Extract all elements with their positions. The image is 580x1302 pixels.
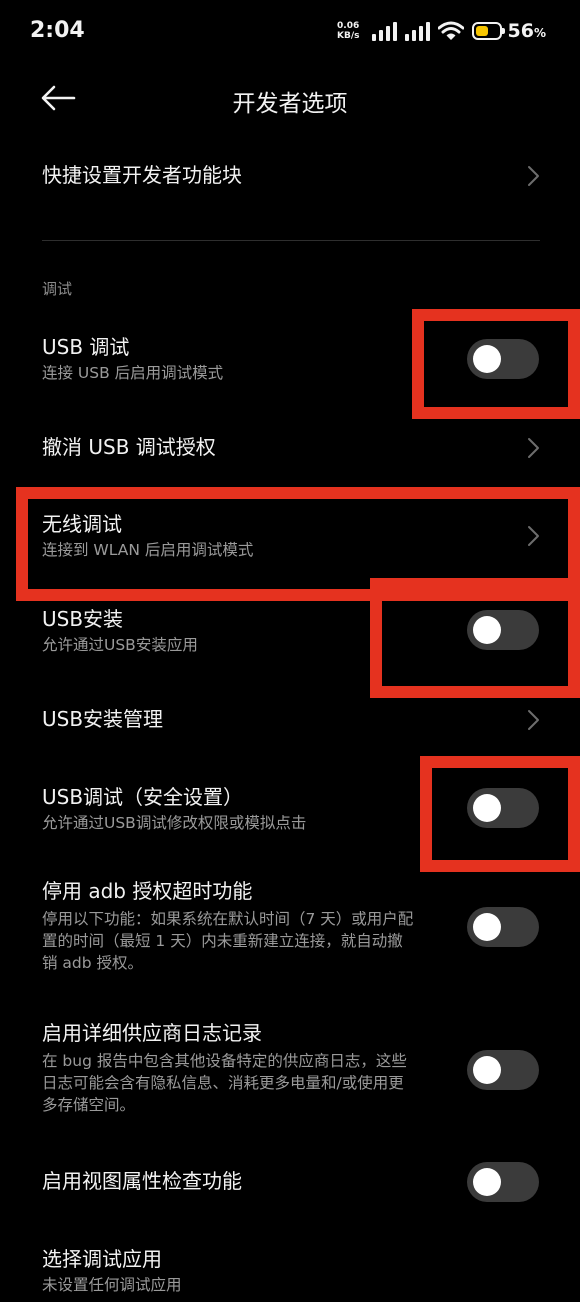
battery-fill: [475, 26, 488, 36]
revoke-usb-auth-row[interactable]: 撤消 USB 调试授权: [42, 434, 540, 464]
verbose-vendor-logging-toggle[interactable]: [467, 1050, 539, 1090]
network-speed-value: 0.06: [337, 21, 360, 31]
row-title: 选择调试应用: [42, 1247, 162, 1271]
battery: 56%: [471, 20, 546, 42]
page-title: 开发者选项: [232, 91, 348, 117]
toggle-knob: [473, 913, 501, 941]
section-label-debugging: 调试: [42, 280, 73, 298]
highlight-box: [412, 309, 580, 419]
row-subtitle-line-2: 置的时间（最短 1 天）内未重新建立连接，就自动撤: [42, 932, 403, 950]
row-title: USB安装管理: [42, 707, 164, 731]
disable-adb-timeout-row[interactable]: 停用 adb 授权超时功能 停用以下功能：如果系统在默认时间（7 天）或用户配 …: [42, 878, 540, 978]
row-subtitle-line-3: 多存储空间。: [42, 1096, 136, 1114]
verbose-vendor-logging-row[interactable]: 启用详细供应商日志记录 在 bug 报告中包含其他设备特定的供应商日志，这些 日…: [42, 1020, 540, 1120]
row-subtitle-line-1: 停用以下功能：如果系统在默认时间（7 天）或用户配: [42, 910, 414, 928]
row-subtitle: 未设置任何调试应用: [42, 1276, 182, 1294]
quick-settings-tiles-title: 快捷设置开发者功能块: [42, 163, 242, 187]
network-speed-unit: KB/s: [337, 31, 360, 41]
signal-1-icon: [371, 21, 397, 41]
chevron-right-icon: [528, 166, 539, 186]
highlight-box: [420, 756, 580, 872]
status-icons: 0.06 KB/s 56%: [337, 20, 546, 42]
usb-install-management-row[interactable]: USB安装管理: [42, 706, 540, 736]
row-subtitle-line-1: 在 bug 报告中包含其他设备特定的供应商日志，这些: [42, 1052, 407, 1070]
highlight-box: [370, 578, 580, 698]
row-title: 停用 adb 授权超时功能: [42, 879, 253, 903]
select-debug-app-row[interactable]: 选择调试应用 未设置任何调试应用: [42, 1246, 540, 1302]
status-time: 2:04: [30, 18, 85, 43]
chevron-right-icon: [528, 710, 539, 730]
status-bar: 2:04 0.06 KB/s 56%: [0, 0, 580, 66]
row-subtitle-line-3: 销 adb 授权。: [42, 954, 144, 972]
network-speed: 0.06 KB/s: [337, 21, 359, 41]
view-attribute-inspection-row[interactable]: 启用视图属性检查功能: [42, 1162, 540, 1202]
row-title: 启用视图属性检查功能: [42, 1169, 242, 1193]
battery-percent: 56%: [507, 20, 546, 42]
disable-adb-timeout-toggle[interactable]: [467, 907, 539, 947]
chevron-right-icon: [528, 438, 539, 458]
wifi-icon: [437, 21, 464, 40]
row-title: 撤消 USB 调试授权: [42, 435, 216, 459]
toggle-knob: [473, 1168, 501, 1196]
divider: [42, 240, 540, 241]
quick-settings-tiles-row[interactable]: 快捷设置开发者功能块: [42, 162, 540, 192]
row-title: 启用详细供应商日志记录: [42, 1021, 262, 1045]
view-attribute-inspection-toggle[interactable]: [467, 1162, 539, 1202]
toggle-knob: [473, 1056, 501, 1084]
header: 开发者选项: [0, 66, 580, 130]
battery-icon: [471, 22, 505, 40]
row-subtitle-line-2: 日志可能会含有隐私信息、消耗更多电量和/或使用更: [42, 1074, 404, 1092]
signal-2-icon: [404, 21, 430, 41]
